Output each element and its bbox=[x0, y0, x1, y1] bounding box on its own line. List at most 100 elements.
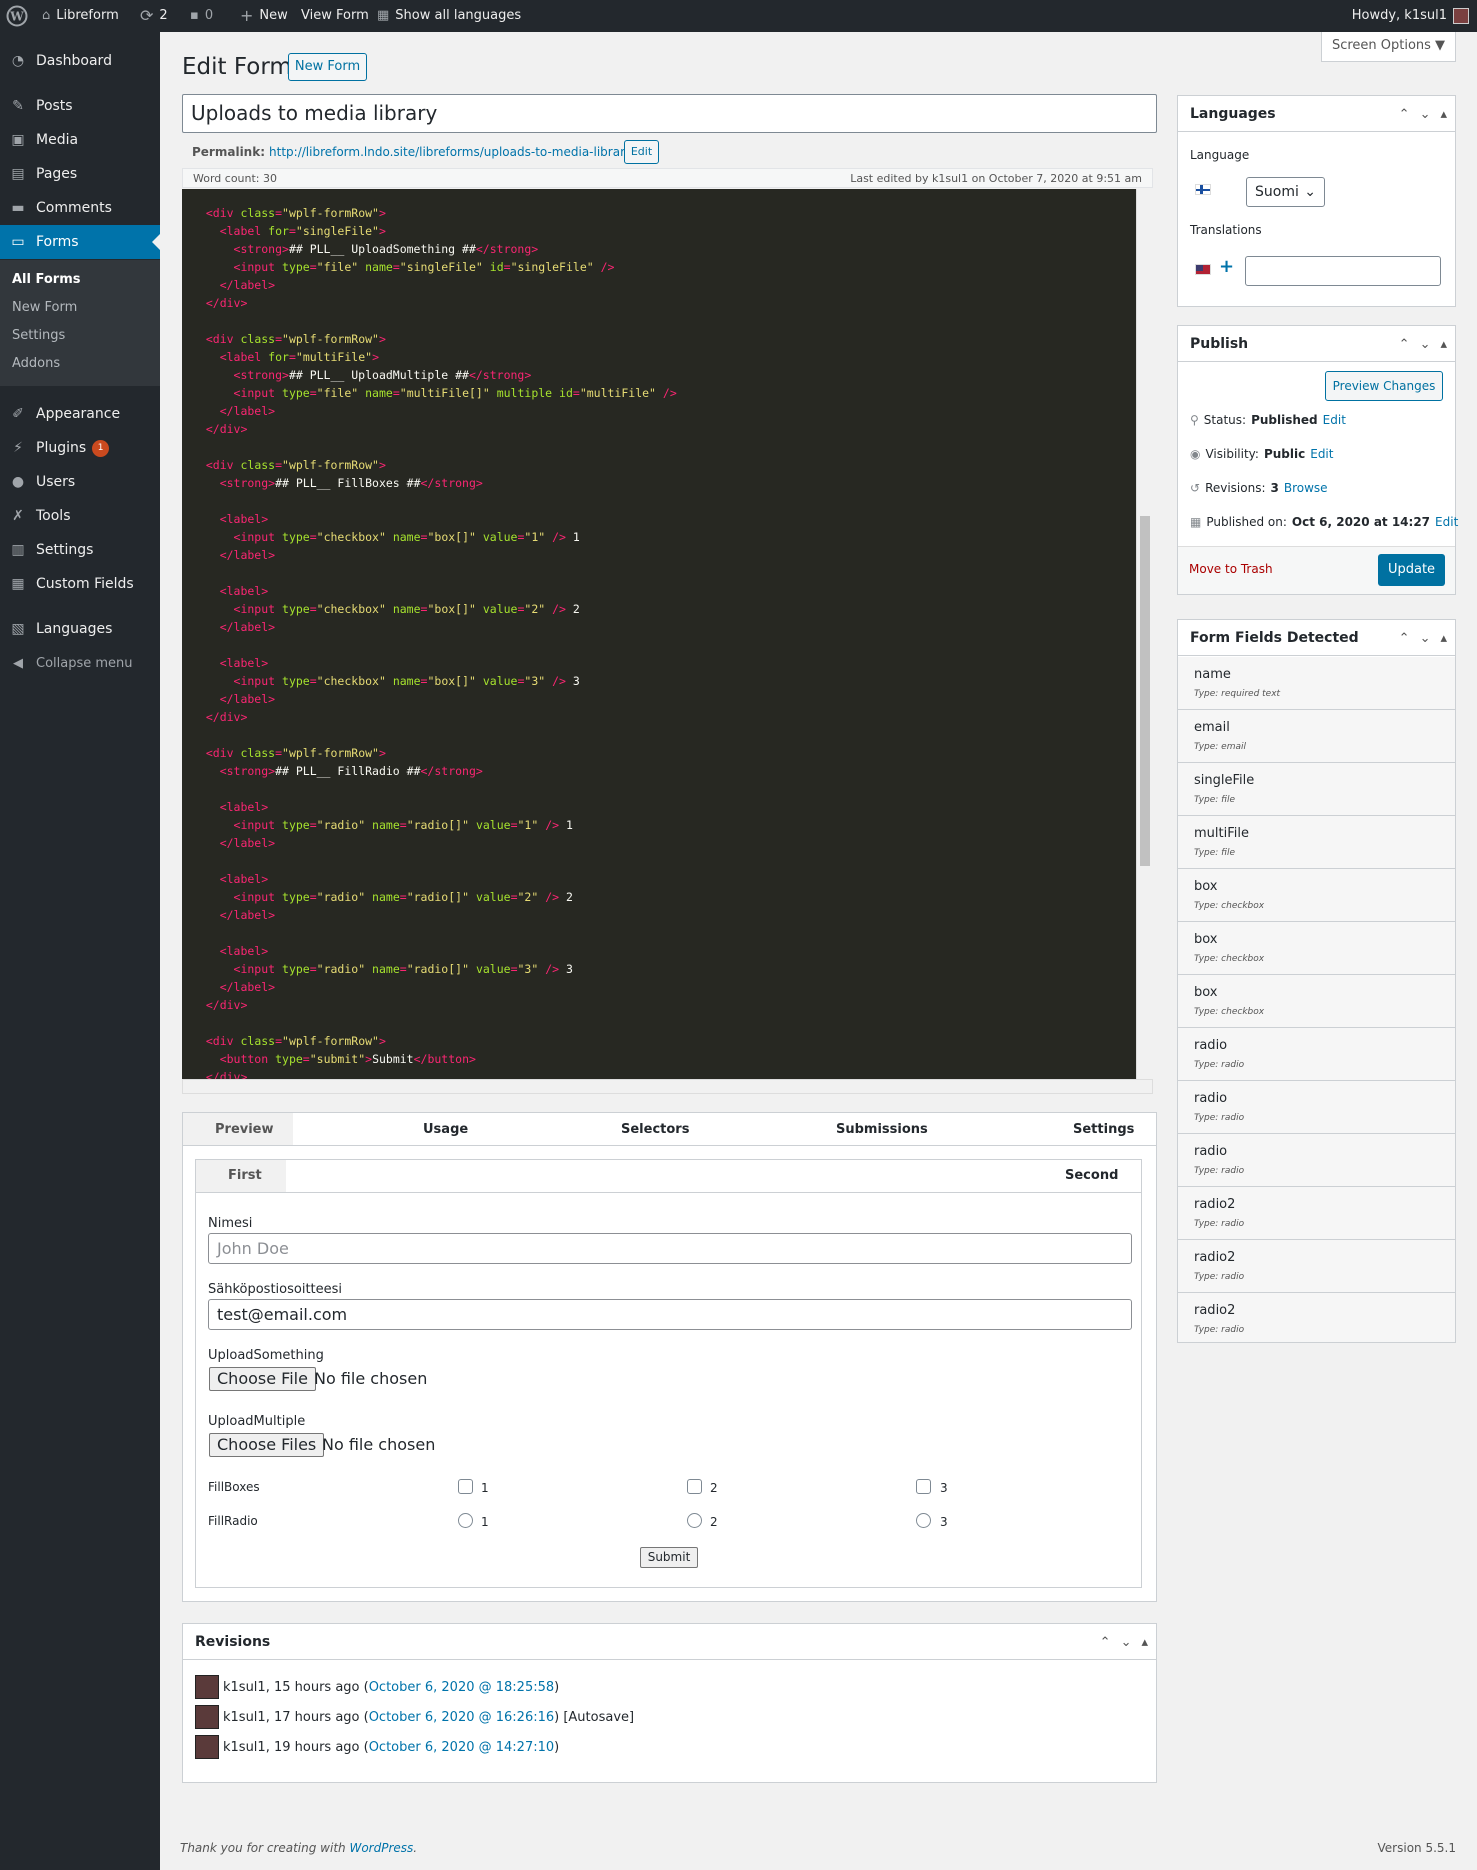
menu-item-posts[interactable]: ✎ Posts bbox=[0, 89, 160, 123]
code-line: <label> bbox=[192, 798, 1136, 816]
code-token: ## PLL__ FillBoxes ## bbox=[275, 476, 421, 490]
code-token: = bbox=[399, 818, 407, 832]
revision-link[interactable]: October 6, 2020 @ 18:25:58 bbox=[369, 1680, 554, 1695]
move-down-icon[interactable]: ⌄ bbox=[1420, 631, 1431, 646]
radio-3[interactable] bbox=[916, 1513, 931, 1528]
menu-item-dashboard[interactable]: ◔ Dashboard bbox=[0, 44, 160, 78]
post-title-input[interactable]: Uploads to media library bbox=[182, 94, 1157, 133]
radio-2-label: 2 bbox=[710, 1515, 718, 1529]
tab-usage[interactable]: Usage bbox=[423, 1115, 468, 1145]
code-token: > bbox=[378, 206, 386, 220]
tab-settings[interactable]: Settings bbox=[1073, 1115, 1134, 1145]
tab-preview[interactable]: Preview bbox=[215, 1115, 274, 1145]
code-token: name bbox=[392, 674, 421, 688]
name-input[interactable]: John Doe bbox=[208, 1233, 1132, 1264]
submenu-new-form[interactable]: New Form bbox=[12, 300, 77, 315]
preview-changes-button[interactable]: Preview Changes bbox=[1325, 371, 1443, 401]
revision-link[interactable]: October 6, 2020 @ 16:26:16 bbox=[369, 1710, 554, 1725]
permalink-link[interactable]: http://libreform.lndo.site/libreforms/up… bbox=[269, 145, 636, 159]
add-translation-icon[interactable]: + bbox=[1219, 256, 1234, 277]
collapse-menu-button[interactable]: ◀ Collapse menu bbox=[0, 646, 160, 680]
toggle-icon[interactable]: ▴ bbox=[1440, 107, 1447, 122]
submenu-addons[interactable]: Addons bbox=[12, 356, 60, 371]
move-down-icon[interactable]: ⌄ bbox=[1420, 107, 1431, 122]
menu-item-settings[interactable]: ▥ Settings bbox=[0, 533, 160, 567]
move-down-icon[interactable]: ⌄ bbox=[1420, 337, 1431, 352]
editor-vertical-scrollbar[interactable] bbox=[1136, 189, 1153, 1079]
wordpress-logo-icon[interactable]: W bbox=[6, 0, 28, 32]
new-content-link[interactable]: + New bbox=[240, 0, 288, 32]
move-up-icon[interactable]: ⌃ bbox=[1399, 107, 1410, 122]
scrollbar-thumb[interactable] bbox=[1140, 516, 1150, 866]
field-item: name Type: required text bbox=[1178, 657, 1455, 710]
toggle-icon[interactable]: ▴ bbox=[1440, 337, 1447, 352]
menu-item-plugins[interactable]: ⚡ Plugins 1 bbox=[0, 431, 160, 465]
menu-item-languages[interactable]: ▧ Languages bbox=[0, 612, 160, 646]
screen-options-button[interactable]: Screen Options ▼ bbox=[1321, 32, 1456, 62]
plus-icon: + bbox=[240, 6, 254, 25]
edit-date-link[interactable]: Edit bbox=[1435, 515, 1458, 529]
menu-item-media[interactable]: ▣ Media bbox=[0, 123, 160, 157]
submit-button[interactable]: Submit bbox=[640, 1547, 698, 1568]
email-input[interactable]: test@email.com bbox=[208, 1299, 1132, 1330]
move-up-icon[interactable]: ⌃ bbox=[1399, 337, 1410, 352]
code-token: "singleFile" bbox=[399, 260, 490, 274]
menu-item-tools[interactable]: ✗ Tools bbox=[0, 499, 160, 533]
submenu-settings[interactable]: Settings bbox=[12, 328, 65, 343]
editor-horizontal-scrollbar[interactable] bbox=[182, 1079, 1153, 1094]
site-name-link[interactable]: ⌂ Libreform bbox=[42, 0, 119, 32]
move-to-trash-link[interactable]: Move to Trash bbox=[1189, 562, 1273, 576]
checkbox-1[interactable] bbox=[458, 1479, 473, 1494]
toggle-icon[interactable]: ▴ bbox=[1141, 1635, 1148, 1650]
show-all-languages-link[interactable]: ▦ Show all languages bbox=[377, 0, 521, 32]
checkbox-2[interactable] bbox=[687, 1479, 702, 1494]
submenu-all-forms[interactable]: All Forms bbox=[12, 272, 80, 287]
move-down-icon[interactable]: ⌄ bbox=[1121, 1635, 1132, 1650]
toggle-icon[interactable]: ▴ bbox=[1440, 631, 1447, 646]
code-editor[interactable]: <div class="wplf-formRow"> <label for="s… bbox=[182, 189, 1136, 1079]
edit-permalink-button[interactable]: Edit bbox=[624, 140, 659, 164]
move-up-icon[interactable]: ⌃ bbox=[1399, 631, 1410, 646]
edit-status-link[interactable]: Edit bbox=[1323, 413, 1346, 427]
new-form-button[interactable]: New Form bbox=[288, 53, 367, 81]
choose-files-button[interactable]: Choose Files bbox=[209, 1433, 325, 1457]
radio-2[interactable] bbox=[687, 1513, 702, 1528]
updates-link[interactable]: ⟳ 2 bbox=[140, 0, 168, 32]
code-line: <input type="checkbox" name="box[]" valu… bbox=[192, 528, 1136, 546]
menu-item-appearance[interactable]: ✐ Appearance bbox=[0, 397, 160, 431]
update-button[interactable]: Update bbox=[1378, 554, 1445, 586]
code-token: = bbox=[503, 260, 511, 274]
code-token: 3 bbox=[565, 962, 573, 976]
comments-link[interactable]: ▪ 0 bbox=[190, 0, 213, 32]
my-account-link[interactable]: Howdy, k1sul1 bbox=[1352, 0, 1447, 32]
code-line: <input type="checkbox" name="box[]" valu… bbox=[192, 600, 1136, 618]
menu-item-custom-fields[interactable]: ▦ Custom Fields bbox=[0, 567, 160, 601]
code-token: <strong> bbox=[192, 764, 276, 778]
choose-file-button[interactable]: Choose File bbox=[209, 1367, 316, 1391]
translation-input[interactable] bbox=[1245, 256, 1441, 286]
subtab-first[interactable]: First bbox=[228, 1168, 262, 1183]
code-line: <label> bbox=[192, 582, 1136, 600]
subtab-second[interactable]: Second bbox=[1065, 1168, 1118, 1183]
menu-item-comments[interactable]: ▬ Comments bbox=[0, 191, 160, 225]
menu-item-users[interactable]: ● Users bbox=[0, 465, 160, 499]
code-token: </label> bbox=[192, 278, 276, 292]
checkbox-3[interactable] bbox=[916, 1479, 931, 1494]
menu-item-forms[interactable]: ▭ Forms bbox=[0, 225, 160, 259]
language-select[interactable]: Suomi ⌄ bbox=[1246, 177, 1325, 207]
edit-visibility-link[interactable]: Edit bbox=[1310, 447, 1333, 461]
revision-link[interactable]: October 6, 2020 @ 14:27:10 bbox=[369, 1740, 554, 1755]
wordpress-link[interactable]: WordPress bbox=[349, 1841, 413, 1855]
radio-1[interactable] bbox=[458, 1513, 473, 1528]
plugins-update-badge: 1 bbox=[92, 439, 110, 457]
browse-revisions-link[interactable]: Browse bbox=[1284, 481, 1328, 495]
code-line: </div> bbox=[192, 420, 1136, 438]
code-token: <label> bbox=[192, 512, 269, 526]
view-form-link[interactable]: View Form bbox=[301, 0, 369, 32]
tab-submissions[interactable]: Submissions bbox=[836, 1115, 928, 1145]
menu-item-pages[interactable]: ▤ Pages bbox=[0, 157, 160, 191]
tab-selectors[interactable]: Selectors bbox=[621, 1115, 689, 1145]
avatar[interactable] bbox=[1453, 8, 1469, 24]
move-up-icon[interactable]: ⌃ bbox=[1100, 1635, 1111, 1650]
